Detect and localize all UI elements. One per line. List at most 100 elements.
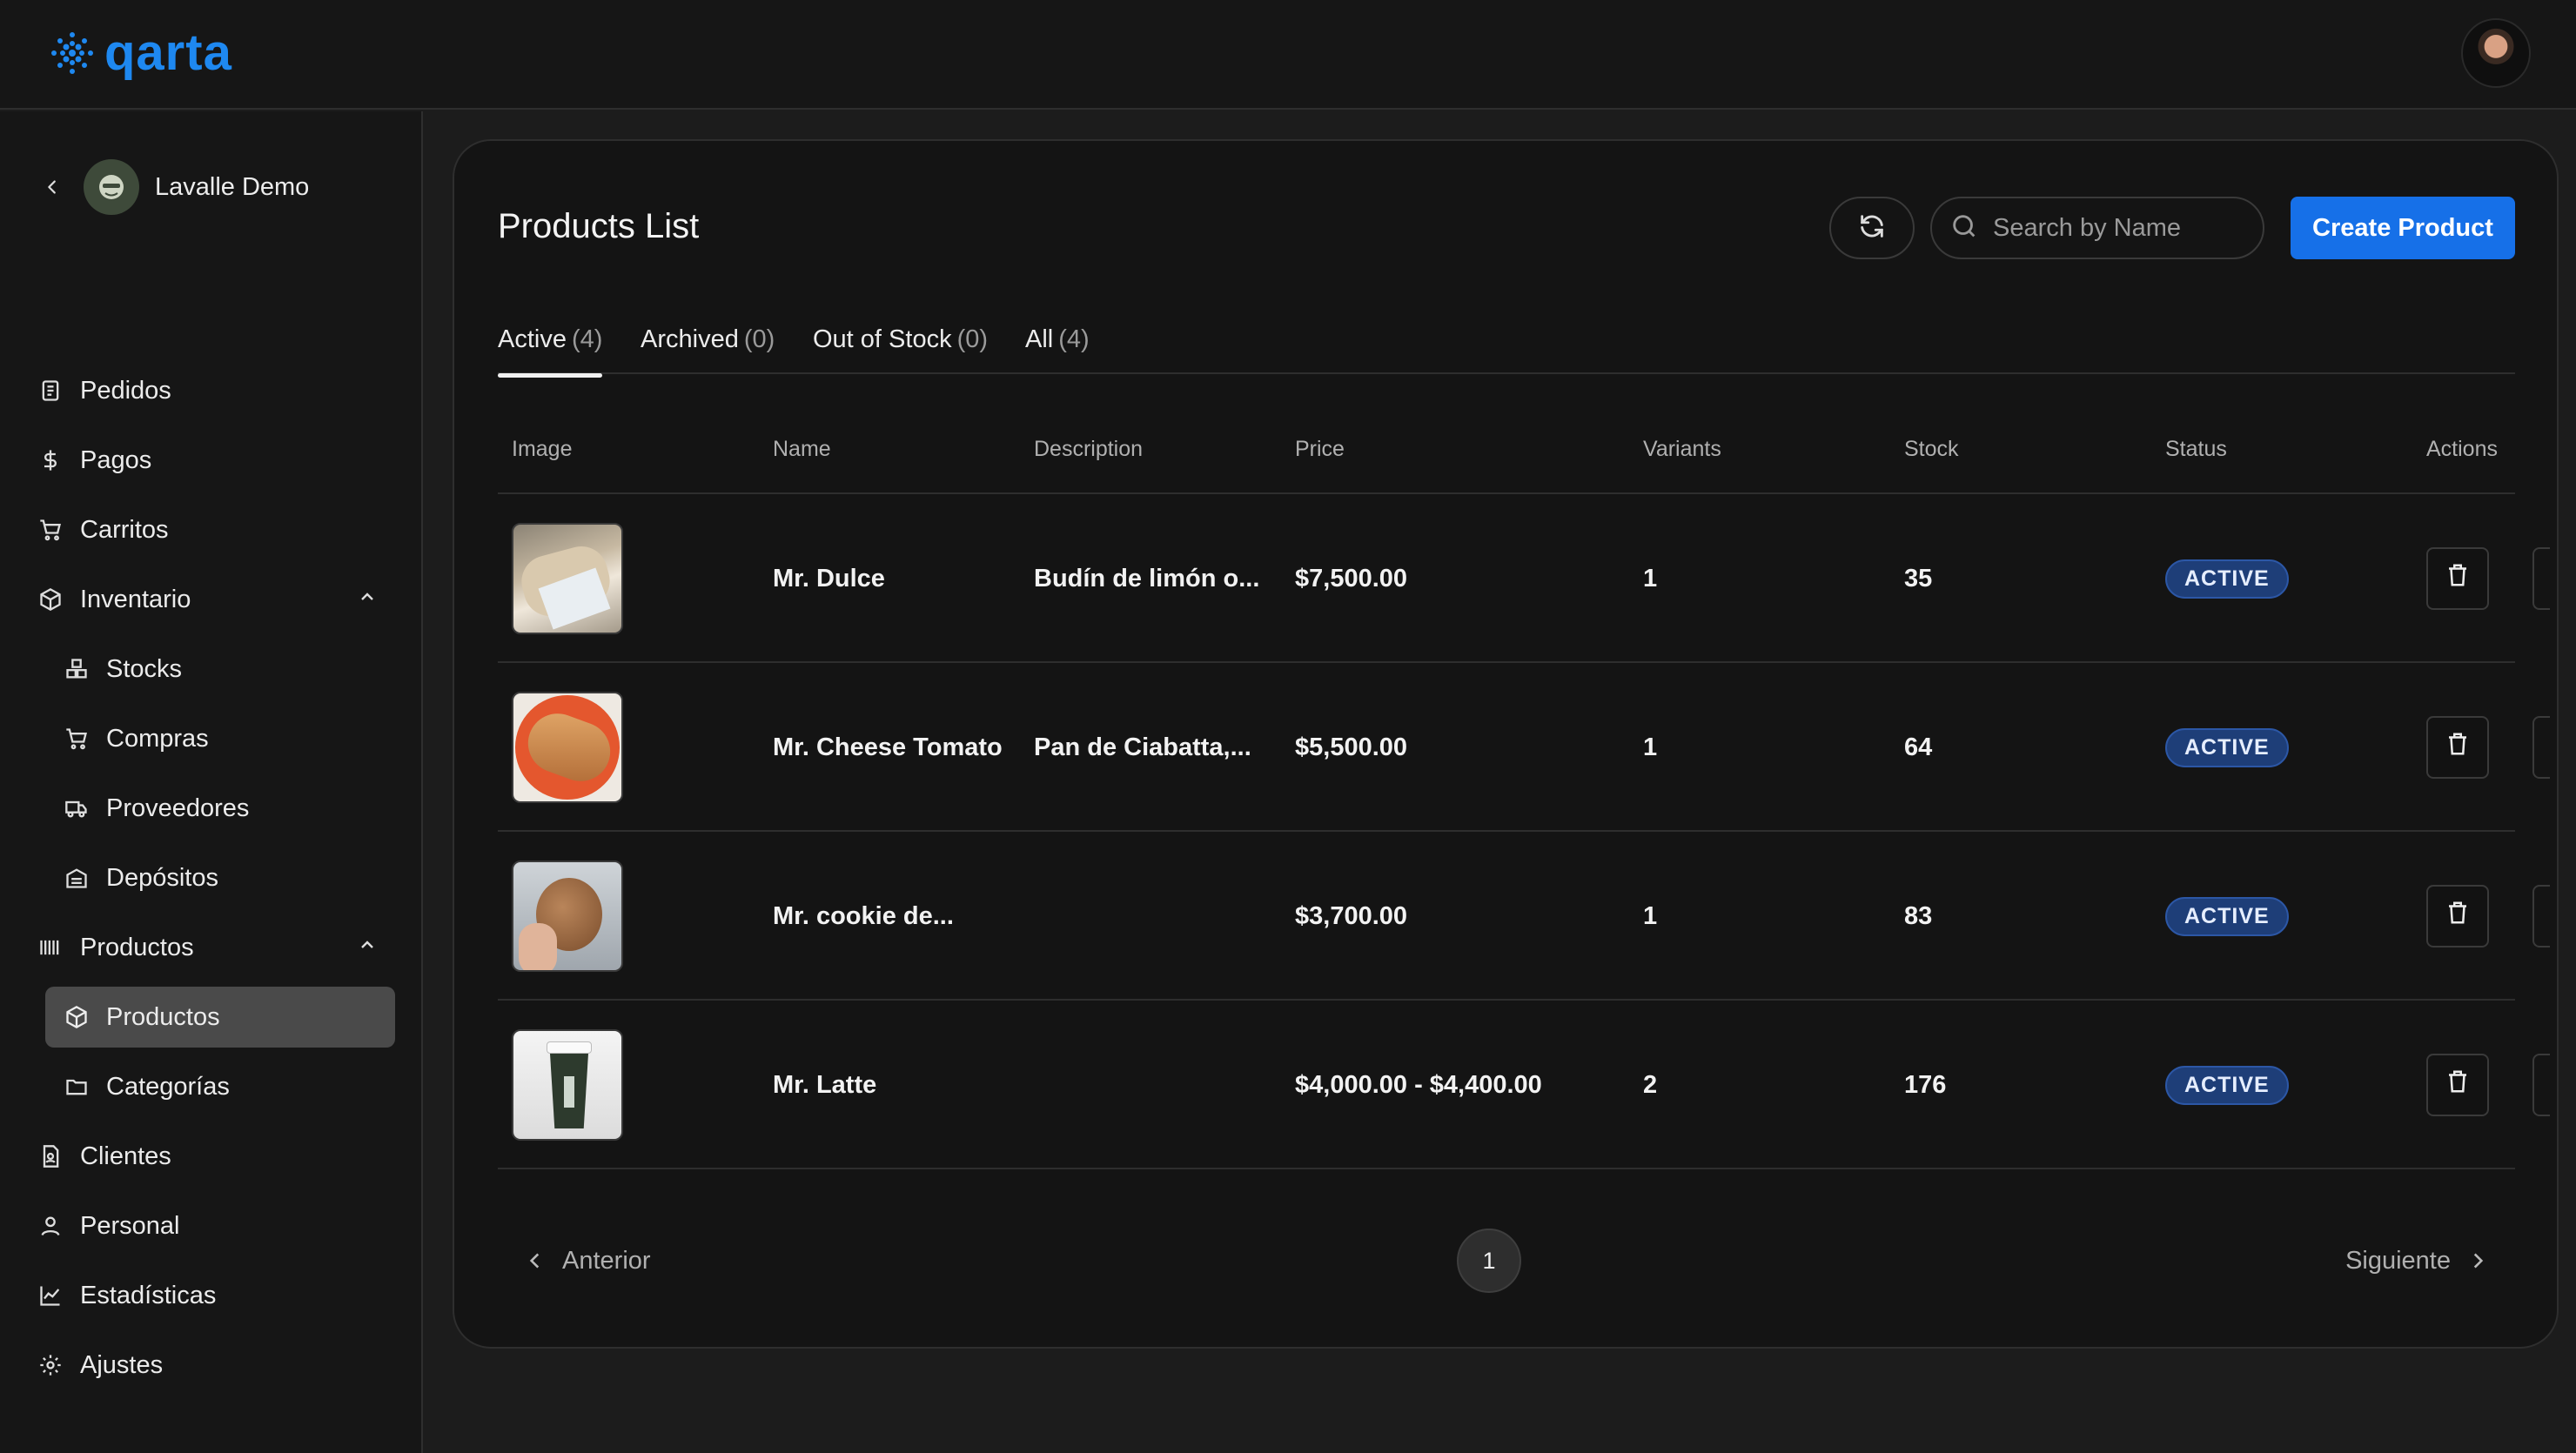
product-image-cell (512, 663, 623, 832)
tab-label: Active (498, 325, 567, 353)
table-row[interactable]: Mr. Cheese Tomato Pan de Ciabatta,... $5… (498, 663, 2550, 832)
product-variants: 2 (1643, 1070, 1658, 1099)
product-name[interactable]: Mr. Latte (773, 1001, 876, 1169)
delete-button[interactable] (2426, 547, 2489, 610)
sidebar-item-label: Pedidos (80, 376, 171, 405)
org-switcher[interactable]: Lavalle Demo (37, 157, 309, 218)
status-cell: ACTIVE (2165, 663, 2289, 832)
chevron-right-icon (2466, 1249, 2489, 1272)
product-price: $3,700.00 (1295, 901, 1408, 930)
products-panel: Products List Create Product Active(4) A… (453, 139, 2559, 1349)
package-icon (37, 586, 64, 613)
sidebar-item-productos[interactable]: Productos (45, 987, 395, 1048)
delete-button[interactable] (2426, 885, 2489, 947)
product-image[interactable] (512, 692, 623, 803)
brand-name: qarta (104, 24, 232, 81)
table-row[interactable]: Mr. Latte $4,000.00 - $4,400.00 2 176 AC… (498, 1001, 2550, 1169)
sidebar-item-proveedores[interactable]: Proveedores (63, 778, 249, 839)
column-header: Variants (1643, 437, 1721, 461)
tab-label: Out of Stock (813, 325, 952, 353)
create-product-button[interactable]: Create Product (2291, 197, 2515, 259)
table-row[interactable]: Mr. Dulce Budín de limón o... $7,500.00 … (498, 494, 2550, 663)
trash-icon (2445, 731, 2471, 764)
tab-count: (4) (1058, 325, 1090, 353)
product-name[interactable]: Mr. cookie de... (773, 832, 954, 1001)
delete-button[interactable] (2426, 716, 2489, 779)
edit-button[interactable] (2532, 716, 2550, 779)
table-row[interactable]: Mr. cookie de... $3,700.00 1 83 ACTIVE (498, 832, 2550, 1001)
sidebar-item-inventario[interactable]: Inventario (37, 569, 378, 630)
column-header: Stock (1904, 437, 1959, 461)
search-input[interactable] (1993, 213, 2254, 243)
column-header: Description (1034, 437, 1144, 461)
dollar-icon (37, 446, 64, 474)
sidebar-item-stocks[interactable]: Stocks (63, 639, 182, 700)
tab-count: (0) (956, 325, 989, 353)
product-variants: 1 (1643, 901, 1658, 930)
sidebar-item-carritos[interactable]: Carritos (37, 499, 169, 560)
product-name[interactable]: Mr. Dulce (773, 494, 885, 663)
sidebar-item-label: Pagos (80, 445, 152, 474)
sidebar-item-label: Stocks (106, 654, 183, 683)
product-price: $5,500.00 (1295, 733, 1408, 761)
refresh-button[interactable] (1829, 197, 1915, 259)
sidebar-item-compras[interactable]: Compras (63, 708, 209, 769)
product-variants: 1 (1643, 733, 1658, 761)
refresh-icon (1857, 211, 1887, 245)
page-number-button[interactable]: 1 (1457, 1229, 1521, 1293)
product-image-cell (512, 832, 623, 1001)
product-image[interactable] (512, 523, 623, 634)
user-avatar[interactable] (2461, 18, 2531, 88)
tab-all[interactable]: All (4) (1025, 325, 1090, 374)
tab-active[interactable]: Active (4) (498, 325, 603, 378)
status-cell: ACTIVE (2165, 1001, 2289, 1169)
chevron-up-icon[interactable] (357, 934, 378, 962)
column-header: Actions (2426, 437, 2498, 461)
product-stock: 176 (1904, 1070, 1947, 1099)
sidebar-item-label: Productos (106, 1002, 220, 1031)
status-badge: ACTIVE (2165, 727, 2289, 767)
sidebar-item-label: Clientes (80, 1142, 171, 1170)
actions-cell (2426, 663, 2550, 832)
status-badge: ACTIVE (2165, 1065, 2289, 1105)
edit-button[interactable] (2532, 1054, 2550, 1116)
delete-button[interactable] (2426, 1054, 2489, 1116)
edit-button[interactable] (2532, 885, 2550, 947)
status-tabs: Active (4) Archived (0) Out of Stock (0) Al… (498, 325, 2515, 378)
user-icon (37, 1212, 64, 1240)
chevron-up-icon[interactable] (357, 586, 378, 614)
tab-archived[interactable]: Archived (0) (641, 325, 775, 374)
sidebar-item-label: Proveedores (106, 793, 250, 822)
sidebar-item-clientes[interactable]: Clientes (37, 1126, 171, 1187)
qarta-logo[interactable]: qarta (50, 24, 232, 82)
cart-icon (63, 725, 91, 753)
next-page-button[interactable]: Siguiente (2345, 1229, 2489, 1293)
sidebar-item-categorias[interactable]: Categorías (63, 1056, 230, 1117)
chevron-left-icon[interactable] (37, 177, 68, 197)
sidebar-item-depositos[interactable]: Depósitos (63, 847, 218, 908)
previous-page-button[interactable]: Anterior (524, 1229, 651, 1293)
table-header: Image Name Description Price Variants St… (498, 437, 2515, 494)
tab-count: (0) (743, 325, 775, 353)
product-image[interactable] (512, 1029, 623, 1141)
edit-button[interactable] (2532, 547, 2550, 610)
product-image[interactable] (512, 860, 623, 972)
top-bar: qarta (0, 0, 2576, 110)
tab-out-of-stock[interactable]: Out of Stock (0) (813, 325, 988, 374)
sidebar-item-personal[interactable]: Personal (37, 1195, 179, 1256)
chevron-left-icon (524, 1249, 547, 1272)
sidebar-item-productos-group[interactable]: Productos (37, 917, 378, 978)
product-name[interactable]: Mr. Cheese Tomato (773, 663, 1003, 832)
column-header: Status (2165, 437, 2227, 461)
truck-icon (63, 794, 91, 822)
sidebar-item-pedidos[interactable]: Pedidos (37, 360, 171, 421)
actions-cell (2426, 494, 2550, 663)
sidebar-item-label: Categorías (106, 1072, 230, 1101)
sidebar-item-ajustes[interactable]: Ajustes (37, 1335, 163, 1396)
sidebar-item-label: Productos (80, 933, 194, 961)
product-stock: 35 (1904, 564, 1933, 593)
sidebar-item-pagos[interactable]: Pagos (37, 430, 151, 491)
sidebar-item-estadisticas[interactable]: Estadísticas (37, 1265, 216, 1326)
column-header: Name (773, 437, 831, 461)
search-box[interactable] (1930, 197, 2264, 259)
